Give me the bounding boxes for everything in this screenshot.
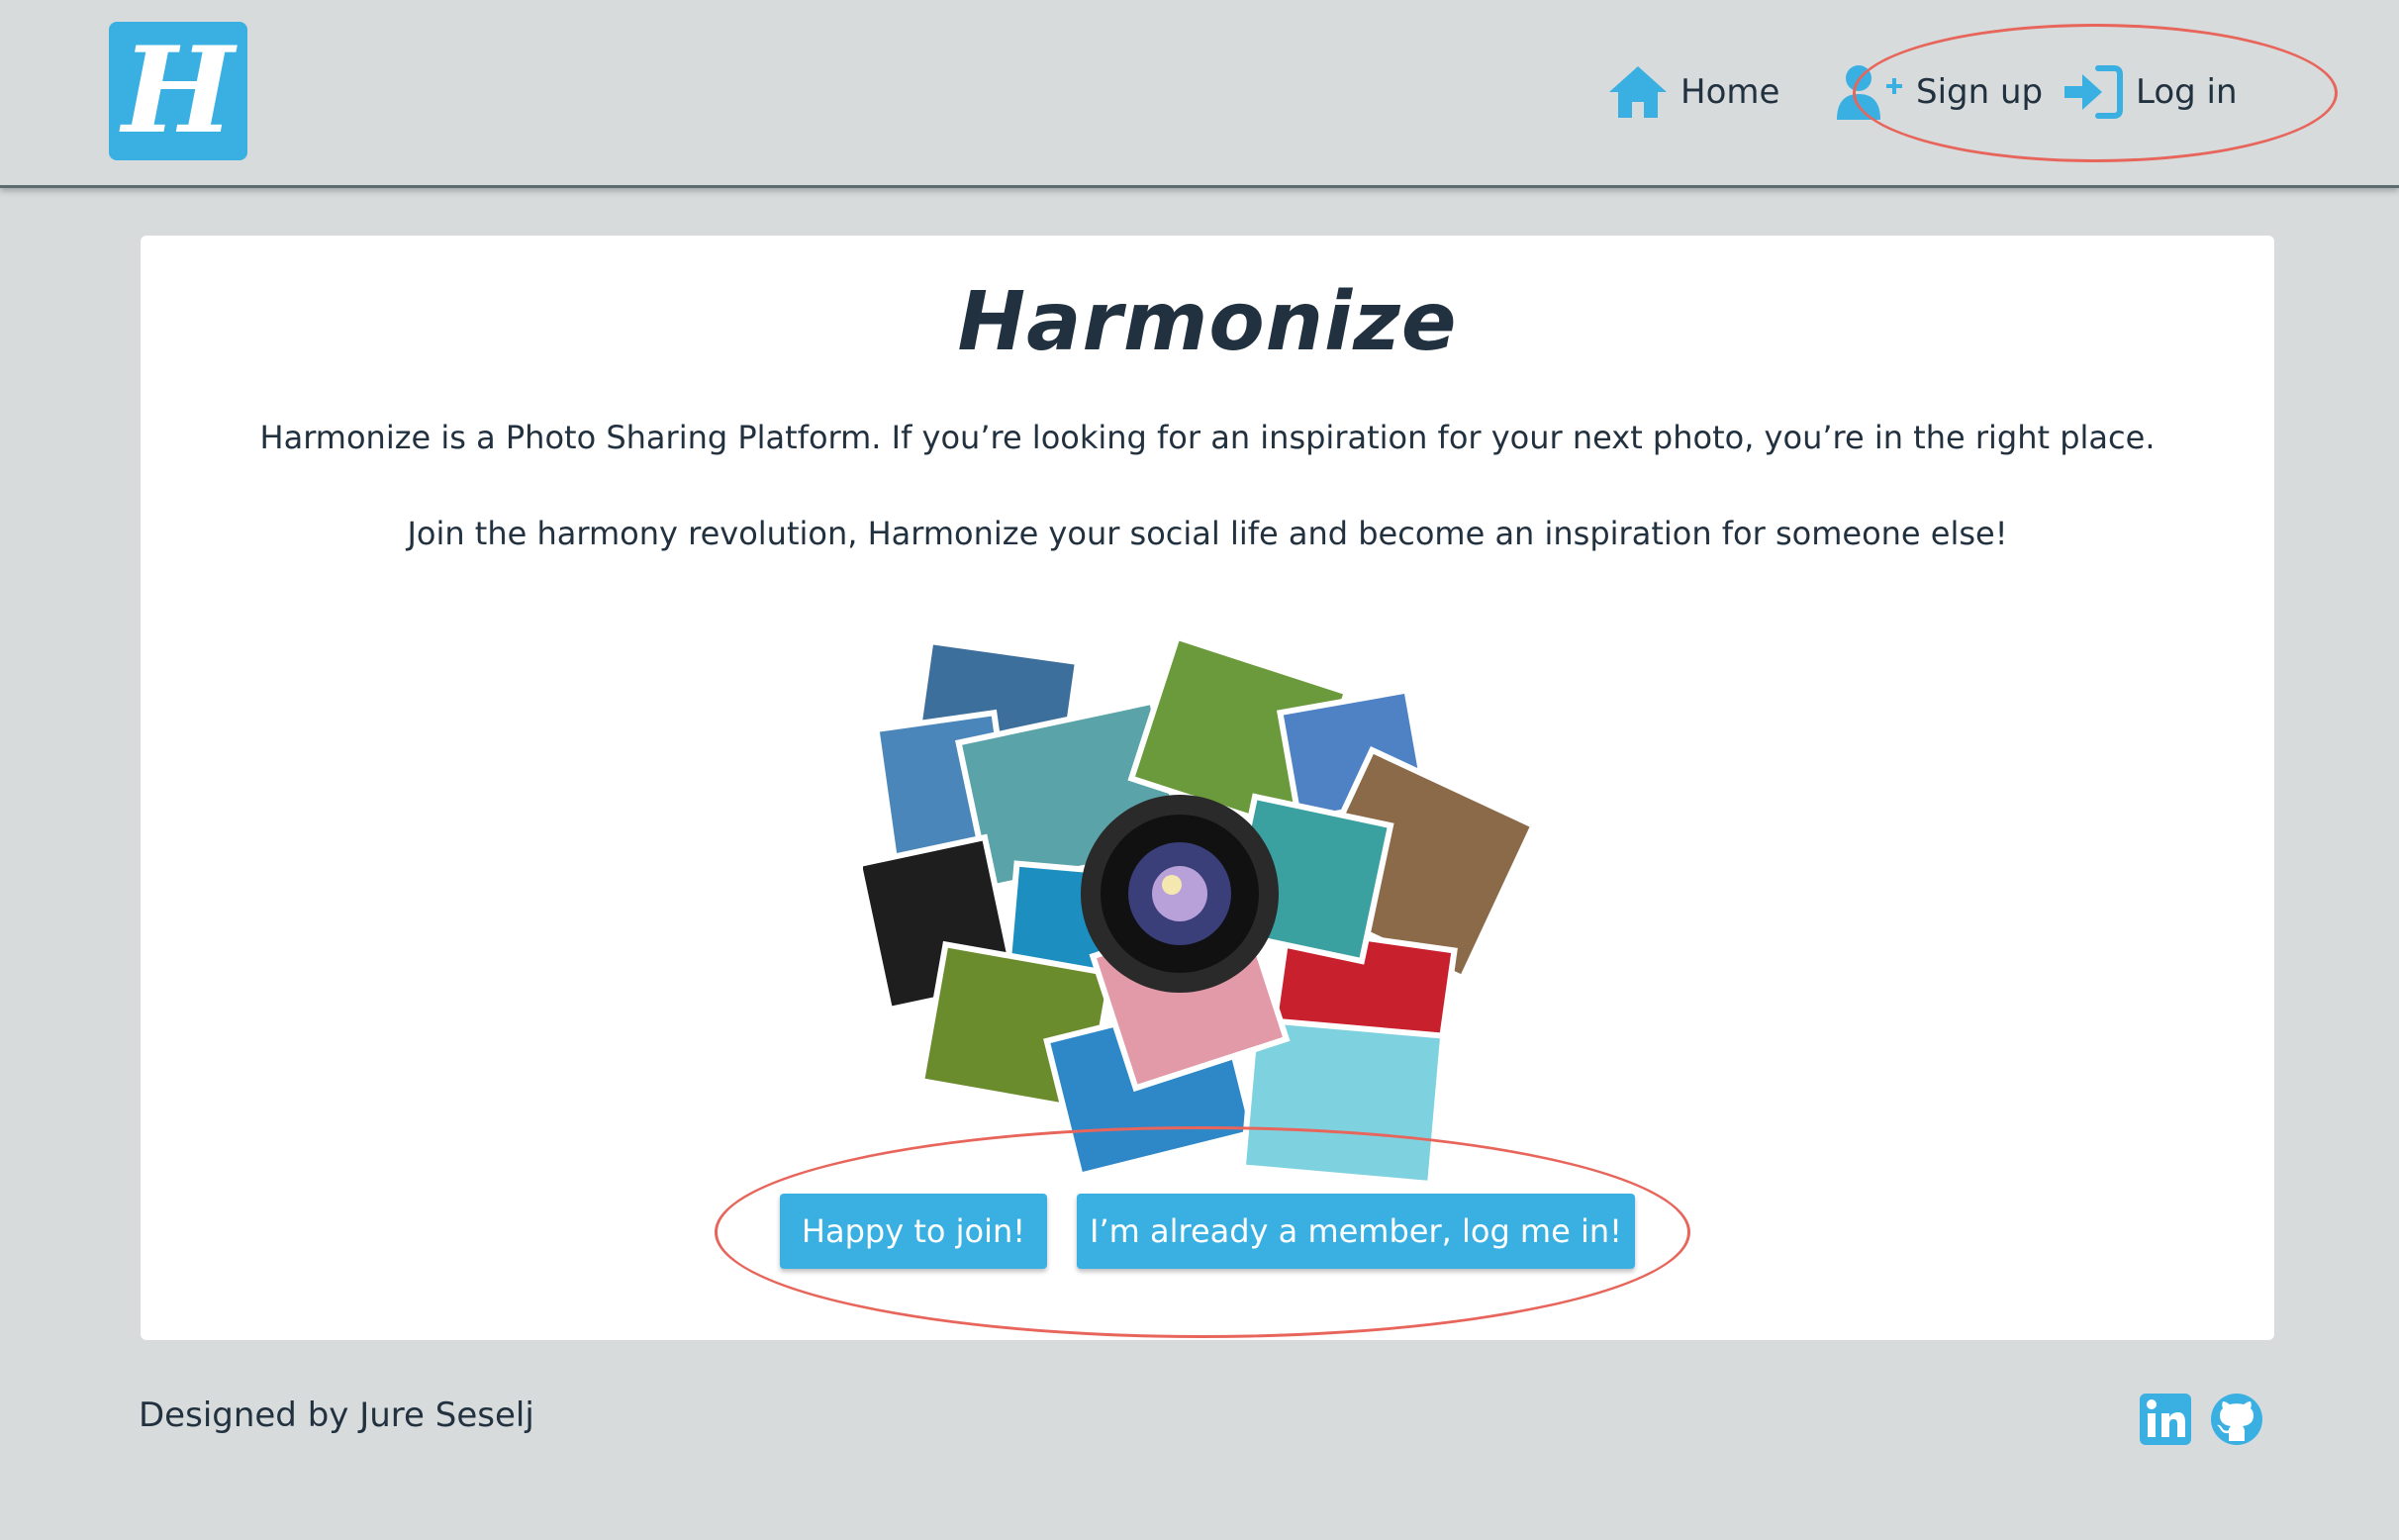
member-login-button[interactable]: I’m already a member, log me in! [1077, 1194, 1635, 1269]
linkedin-icon[interactable] [2138, 1392, 2193, 1447]
nav-home-link[interactable]: Home [1607, 57, 1779, 127]
home-icon [1609, 66, 1667, 118]
nav-signup-link[interactable]: Sign up [1835, 57, 2043, 127]
main-card: Harmonize Harmonize is a Photo Sharing P… [141, 236, 2274, 1340]
join-button[interactable]: Happy to join! [780, 1194, 1047, 1269]
nav-login-label: Log in [2136, 72, 2238, 112]
nav-signup-label: Sign up [1916, 72, 2044, 112]
footer-credit: Designed by Jure Seselj [139, 1396, 534, 1435]
login-icon [2064, 65, 2123, 119]
nav-home-label: Home [1680, 72, 1780, 112]
tagline-paragraph: Join the harmony revolution, Harmonize y… [407, 515, 2008, 552]
logo-letter: H [122, 21, 235, 160]
page-title: Harmonize [957, 275, 1458, 369]
github-icon[interactable] [2209, 1392, 2264, 1447]
harmonize-logo[interactable]: H [109, 22, 247, 160]
navbar: H Home Sign up Log in [0, 0, 2399, 188]
intro-paragraph: Harmonize is a Photo Sharing Platform. I… [259, 419, 2156, 456]
nav-login-link[interactable]: Log in [2063, 57, 2238, 127]
user-plus-icon [1837, 65, 1902, 120]
